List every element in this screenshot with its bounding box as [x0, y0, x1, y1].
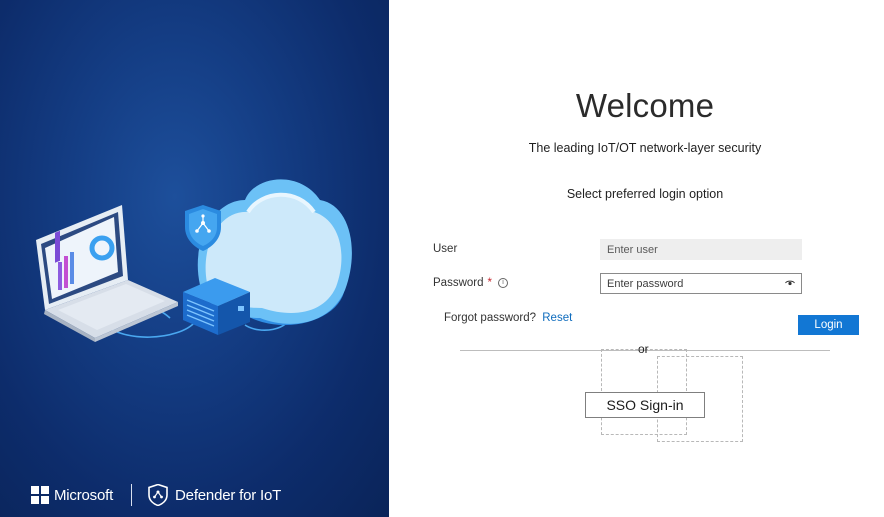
password-label: Password * i	[433, 277, 508, 289]
hero-panel: Microsoft Defender for IoT	[0, 0, 389, 517]
password-field	[600, 273, 802, 294]
laptop-icon	[36, 205, 178, 342]
tagline: The leading IoT/OT network-layer securit…	[528, 141, 762, 155]
brand-bar: Microsoft Defender for IoT	[31, 483, 281, 507]
sso-sign-in-button[interactable]: SSO Sign-in	[585, 392, 705, 418]
microsoft-logo-icon	[31, 486, 49, 504]
product-brand-text: Defender for IoT	[175, 486, 282, 504]
login-panel: Welcome The leading IoT/OT network-layer…	[389, 0, 884, 517]
microsoft-brand-text: Microsoft	[54, 486, 114, 504]
defender-shield-icon	[148, 484, 168, 506]
or-separator: or	[638, 342, 649, 356]
forgot-password-text: Forgot password?	[444, 312, 537, 324]
eye-icon[interactable]	[785, 279, 795, 287]
page-title: Welcome	[575, 87, 715, 124]
forgot-password-row: Forgot password? Reset	[444, 312, 572, 324]
brand-divider	[131, 484, 133, 506]
login-option-heading: Select preferred login option	[566, 187, 724, 201]
iot-illustration	[36, 179, 352, 342]
info-icon[interactable]: i	[497, 278, 508, 288]
required-marker: *	[487, 277, 492, 289]
login-button[interactable]: Login	[798, 315, 859, 335]
reset-link[interactable]: Reset	[542, 312, 572, 324]
user-label: User	[433, 243, 457, 255]
user-input[interactable]	[600, 239, 802, 260]
password-input[interactable]	[601, 274, 781, 294]
password-label-text: Password	[433, 277, 484, 289]
user-label-text: User	[433, 243, 458, 255]
